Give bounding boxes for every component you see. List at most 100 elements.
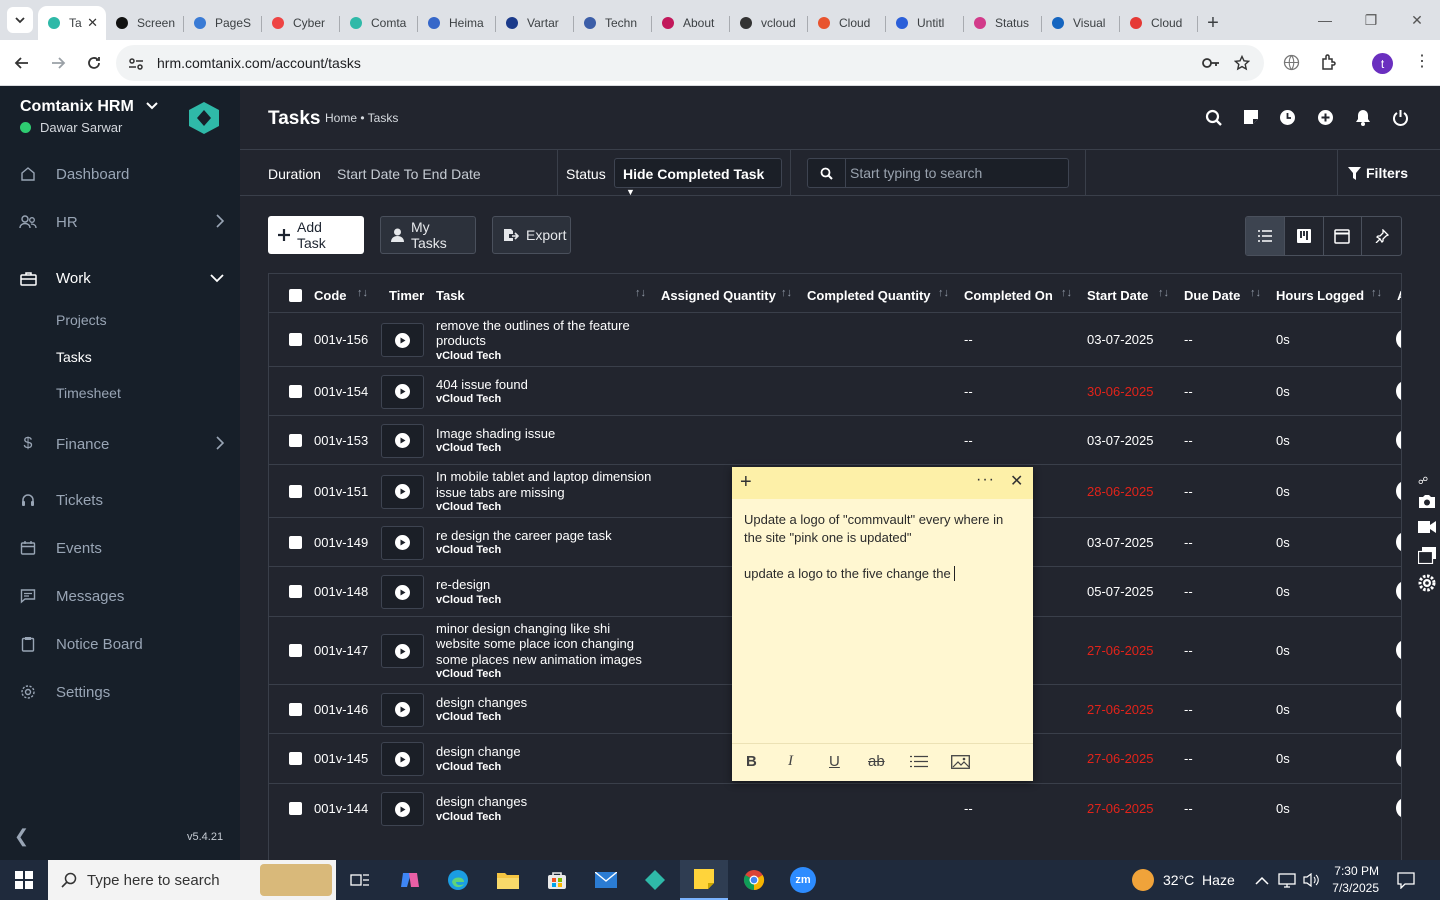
taskbar-search[interactable]: Type here to search: [48, 860, 336, 900]
row-checkbox[interactable]: [289, 333, 302, 346]
sticky-note-editor[interactable]: Update a logo of "commvault" every where…: [744, 511, 1024, 583]
nav-messages[interactable]: Messages: [0, 578, 240, 614]
row-checkbox[interactable]: [289, 752, 302, 765]
row-checkbox[interactable]: [289, 384, 302, 398]
task-name[interactable]: 404 issue found vCloud Tech: [436, 377, 656, 408]
task-code[interactable]: 001v-146: [314, 702, 368, 717]
task-code[interactable]: 001v-145: [314, 751, 368, 766]
status-select[interactable]: Hide Completed Task ▼: [614, 158, 782, 197]
task-title[interactable]: remove the outlines of the feature produ…: [436, 318, 630, 349]
row-action-button[interactable]: [1396, 798, 1401, 818]
task-title[interactable]: re-design: [436, 577, 490, 592]
password-key-icon[interactable]: [1202, 57, 1220, 69]
row-action-button[interactable]: [1396, 531, 1401, 552]
notifications-tray[interactable]: [1397, 860, 1415, 900]
row-checkbox[interactable]: [289, 484, 302, 498]
col-hours-logged[interactable]: Hours Logged: [1276, 288, 1364, 303]
col-task[interactable]: Task: [436, 288, 465, 303]
strikethrough-icon[interactable]: ab: [868, 753, 885, 770]
start-timer-button[interactable]: [381, 742, 424, 776]
row-action-button[interactable]: [1396, 748, 1401, 768]
store-app[interactable]: [533, 860, 581, 900]
task-code[interactable]: 001v-151: [314, 484, 368, 499]
table-row[interactable]: 001v-153 Image shading issue vCloud Tech --…: [269, 415, 1401, 464]
calendar-view-button[interactable]: [1324, 217, 1363, 255]
table-row[interactable]: 001v-154 404 issue found vCloud Tech -- 30-0…: [269, 366, 1401, 415]
nav-notice-board[interactable]: Notice Board: [0, 626, 240, 662]
search-input[interactable]: Start typing to search: [850, 165, 982, 181]
nav-events[interactable]: Events: [0, 530, 240, 566]
sort-icon[interactable]: ↑↓: [357, 287, 368, 299]
profile-avatar[interactable]: t: [1372, 53, 1393, 74]
start-button[interactable]: [0, 860, 48, 900]
row-action-button[interactable]: [1396, 329, 1401, 349]
underline-icon[interactable]: U: [829, 753, 840, 770]
new-tab-button[interactable]: +: [1198, 6, 1228, 40]
sort-icon[interactable]: ↑↓: [938, 287, 949, 299]
network-tray[interactable]: [1278, 860, 1296, 900]
sort-icon[interactable]: ↑↓: [635, 287, 646, 299]
start-timer-button[interactable]: [381, 792, 424, 826]
col-start-date[interactable]: Start Date: [1087, 288, 1148, 303]
start-timer-button[interactable]: [381, 634, 424, 668]
row-action-button[interactable]: [1396, 698, 1401, 719]
nav-finance[interactable]: $ Finance: [0, 426, 240, 462]
start-timer-button[interactable]: [381, 525, 424, 560]
task-code[interactable]: 001v-153: [314, 433, 368, 448]
task-code[interactable]: 001v-154: [314, 384, 368, 399]
video-camera-icon[interactable]: [1418, 520, 1436, 534]
browser-tab[interactable]: Vartar: [496, 6, 574, 40]
clock-tray[interactable]: 7:30 PM 7/3/2025: [1332, 860, 1379, 900]
back-button[interactable]: [6, 47, 38, 79]
nav-work[interactable]: Work: [0, 260, 240, 296]
task-code[interactable]: 001v-149: [314, 535, 368, 550]
copilot-app[interactable]: [386, 860, 434, 900]
sort-icon[interactable]: ↑↓: [1158, 287, 1169, 299]
link-icon[interactable]: ☍: [1418, 476, 1428, 487]
col-completed-qty[interactable]: Completed Quantity: [807, 288, 931, 303]
row-checkbox[interactable]: [289, 433, 302, 447]
col-assigned-qty[interactable]: Assigned Quantity: [661, 288, 776, 303]
search-icon[interactable]: [1205, 109, 1223, 127]
sticky-note-titlebar[interactable]: + ··· ✕: [732, 467, 1033, 499]
export-button[interactable]: Export: [492, 216, 571, 254]
nav-tickets[interactable]: Tickets: [0, 482, 240, 518]
browser-tab[interactable]: Status: [964, 6, 1042, 40]
start-timer-button[interactable]: [381, 575, 424, 609]
task-code[interactable]: 001v-144: [314, 801, 368, 816]
nav-settings[interactable]: Settings: [0, 674, 240, 710]
add-note-icon[interactable]: +: [740, 472, 752, 492]
row-action-button[interactable]: [1396, 480, 1401, 501]
browser-tab[interactable]: vcloud: [730, 6, 808, 40]
row-action-button[interactable]: [1396, 581, 1401, 601]
task-title[interactable]: design changes: [436, 794, 527, 809]
start-timer-button[interactable]: [381, 474, 424, 509]
hrm-app[interactable]: [631, 860, 679, 900]
zoom-app[interactable]: zm: [779, 860, 827, 900]
col-due-date[interactable]: Due Date: [1184, 288, 1240, 303]
sticky-notes-app[interactable]: [680, 860, 728, 900]
my-tasks-button[interactable]: My Tasks: [380, 216, 476, 254]
row-checkbox[interactable]: [289, 535, 302, 549]
task-title[interactable]: In mobile tablet and laptop dimension is…: [436, 469, 651, 500]
edge-app[interactable]: [434, 860, 482, 900]
row-checkbox[interactable]: [289, 702, 302, 716]
copy-icon[interactable]: [1418, 547, 1436, 564]
row-action-button[interactable]: [1396, 380, 1401, 401]
more-options-icon[interactable]: ···: [976, 471, 995, 489]
power-icon[interactable]: [1392, 109, 1409, 126]
camera-icon[interactable]: [1418, 494, 1436, 509]
browser-tab[interactable]: Cloud: [1120, 6, 1198, 40]
start-timer-button[interactable]: [381, 374, 424, 409]
nav-projects[interactable]: Projects: [56, 312, 107, 328]
url-text[interactable]: hrm.comtanix.com/account/tasks: [157, 55, 361, 71]
globe-icon[interactable]: [1283, 54, 1300, 71]
site-info-icon[interactable]: [128, 57, 144, 71]
col-completed-on[interactable]: Completed On: [964, 288, 1053, 303]
browser-tab[interactable]: PageS: [184, 6, 262, 40]
italic-icon[interactable]: I: [788, 753, 793, 770]
clock-icon[interactable]: [1279, 109, 1296, 126]
task-view-button[interactable]: [336, 860, 384, 900]
close-icon[interactable]: ✕: [1010, 474, 1023, 490]
tab-search-button[interactable]: [7, 7, 33, 33]
